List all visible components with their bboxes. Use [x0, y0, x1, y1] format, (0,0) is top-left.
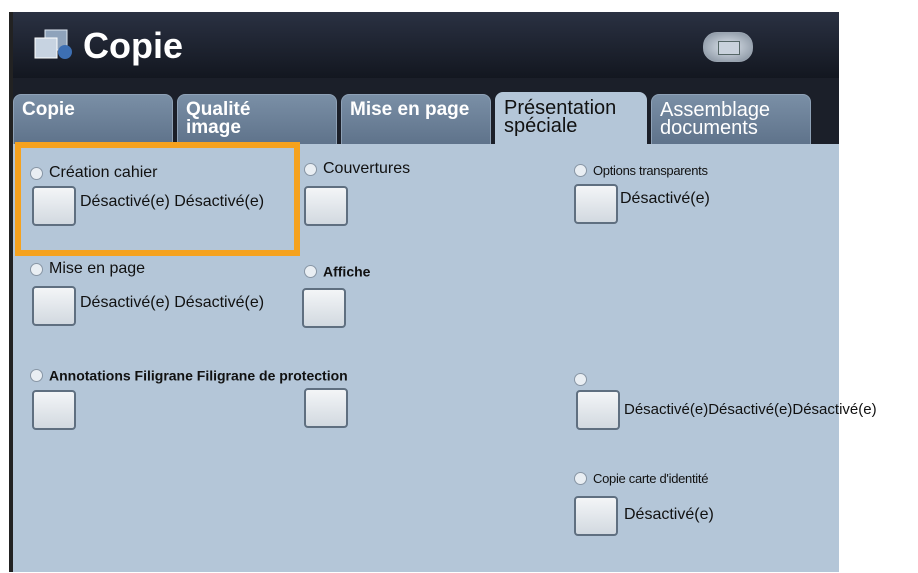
radio-icon [304, 162, 317, 176]
option-copie-carte-identite: Copie carte d'identité [574, 470, 708, 486]
tab-presentation-speciale[interactable]: Présentation spéciale [495, 92, 647, 152]
annotations-label: Annotations Filigrane Filigrane de prote… [49, 367, 348, 384]
option-affiche: Affiche [304, 262, 370, 279]
option-mise-en-page: Mise en page [30, 260, 145, 278]
radio-icon [30, 262, 43, 276]
copie-carte-label: Copie carte d'identité [593, 471, 709, 487]
radio-icon [30, 368, 43, 382]
highlight-box [15, 142, 300, 256]
unnamed-option-button[interactable] [576, 390, 620, 430]
option-options-transparents: Options transparents [574, 162, 708, 178]
machine-status-button[interactable] [703, 32, 753, 62]
radio-icon [304, 264, 317, 278]
copie-carte-value: Désactivé(e) [624, 506, 714, 523]
unnamed-option-value: Désactivé(e)Désactivé(e)Désactivé(e) [624, 401, 877, 418]
tab-bar: Copie Qualité image Mise en page Présent… [13, 78, 839, 152]
mise-en-page-button[interactable] [32, 286, 76, 326]
couvertures-label: Couvertures [323, 160, 411, 177]
annotations-button[interactable] [32, 390, 76, 430]
radio-icon [574, 164, 587, 178]
filigrane-button[interactable] [304, 388, 348, 428]
affiche-button[interactable] [302, 288, 346, 328]
option-annotations: Annotations Filigrane Filigrane de prote… [30, 366, 348, 383]
copy-screen: Copie Copie Qualité image Mise en page P… [9, 12, 839, 572]
option-couvertures: Couvertures [304, 160, 410, 178]
copy-app-icon [34, 29, 72, 59]
mise-en-page-label: Mise en page [49, 260, 146, 277]
radio-icon [574, 472, 587, 486]
tab-assemblage-documents[interactable]: Assemblage documents [651, 94, 811, 150]
affiche-label: Affiche [323, 263, 371, 280]
options-transparents-value: Désactivé(e) [620, 190, 710, 207]
status-icon [718, 41, 740, 55]
options-transparents-button[interactable] [574, 184, 618, 224]
option-unnamed [574, 370, 593, 388]
page-title: Copie [83, 25, 184, 66]
title-bar: Copie [13, 12, 839, 78]
couvertures-button[interactable] [304, 186, 348, 226]
tab-mise-en-page[interactable]: Mise en page [341, 94, 491, 150]
mise-en-page-value: Désactivé(e) Désactivé(e) [80, 294, 265, 311]
copie-carte-button[interactable] [574, 496, 618, 536]
radio-icon [574, 372, 587, 386]
options-transparents-label: Options transparents [593, 163, 708, 179]
